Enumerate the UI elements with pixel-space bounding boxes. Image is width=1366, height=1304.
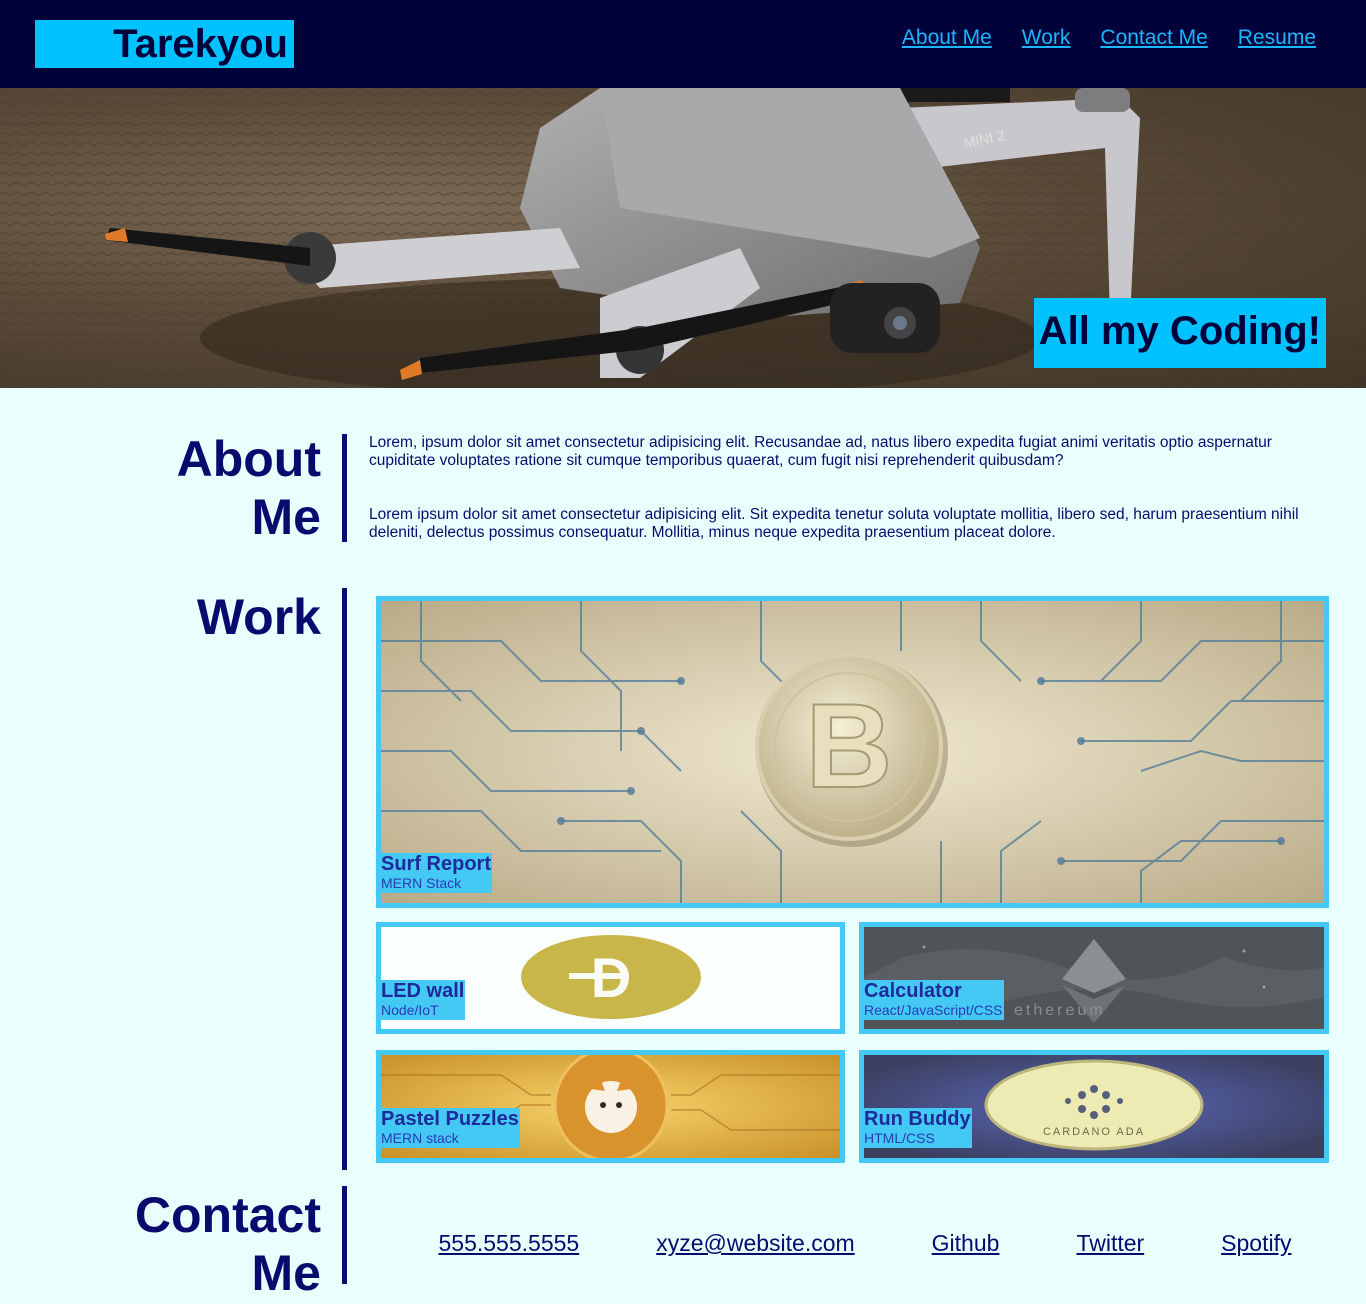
svg-text:B: B [806,679,893,813]
project-stack: Node/IoT [381,1002,439,1018]
cardano-watermark: CARDANO ADA [1043,1126,1145,1138]
project-stack: React/JavaScript/CSS [864,1002,1003,1018]
contact-github-link[interactable]: Github [932,1230,1000,1257]
bitcoin-circuit-image: B [381,601,1324,903]
contact-title: Contact Me [135,1186,321,1302]
project-label: Surf Report MERN Stack [381,853,492,893]
nav-link-contact-me[interactable]: Contact Me [1100,26,1207,50]
main-nav: About Me Work Contact Me Resume [902,26,1316,50]
project-card-surf-report[interactable]: B Surf Report MERN Stack [376,596,1329,908]
project-label: Calculator React/JavaScript/CSS [864,980,1004,1020]
contact-links: 555.555.5555 xyze@website.com Github Twi… [400,1230,1330,1257]
about-divider [342,434,347,542]
project-label: LED wall Node/IoT [381,980,466,1020]
project-title[interactable]: LED wall [381,980,464,1002]
work-title: Work [196,589,321,645]
ethereum-watermark: ethereum [1014,1002,1106,1019]
site-header: Tarekyou About Me Work Contact Me Resume [0,0,1366,88]
project-title[interactable]: Pastel Puzzles [381,1108,519,1130]
project-title[interactable]: Run Buddy [864,1108,971,1130]
project-label: Run Buddy HTML/CSS [864,1108,972,1148]
nav-link-resume[interactable]: Resume [1238,26,1316,50]
project-stack: HTML/CSS [864,1130,935,1146]
project-stack: MERN Stack [381,875,462,891]
project-card-run-buddy[interactable]: CARDANO ADA Run Buddy HTML/CSS [859,1050,1329,1163]
nav-link-work[interactable]: Work [1022,26,1071,50]
contact-title-line2: Me [251,1245,321,1301]
contact-spotify-link[interactable]: Spotify [1221,1230,1291,1257]
nav-link-about-me[interactable]: About Me [902,26,992,50]
contact-title-line1: Contact [134,1187,321,1243]
hero-banner: MINI 2 All my Coding! [0,88,1366,388]
project-title[interactable]: Surf Report [381,853,491,875]
hero-tagline: All my Coding! [1033,298,1326,368]
contact-divider [342,1186,347,1284]
about-title: About Me [177,430,321,546]
project-stack: MERN stack [381,1130,459,1146]
project-title[interactable]: Calculator [864,980,1003,1002]
work-divider [342,588,347,1170]
contact-phone-link[interactable]: 555.555.5555 [439,1230,580,1257]
about-paragraph: Lorem ipsum dolor sit amet consectetur a… [369,506,1299,541]
about-title-line1: About [176,431,321,487]
project-label: Pastel Puzzles MERN stack [381,1108,520,1148]
contact-twitter-link[interactable]: Twitter [1076,1230,1144,1257]
about-paragraph: Lorem, ipsum dolor sit amet consectetur … [369,434,1272,469]
project-card-pastel-puzzles[interactable]: Pastel Puzzles MERN stack [376,1050,845,1163]
about-title-line2: Me [251,489,321,545]
about-text: Lorem, ipsum dolor sit amet consectetur … [369,434,1334,542]
contact-email-link[interactable]: xyze@website.com [656,1230,854,1257]
site-logo[interactable]: Tarekyou [35,20,294,68]
project-card-calculator[interactable]: ethereum Calculator React/JavaScript/CSS [859,922,1329,1034]
project-card-led-wall[interactable]: D LED wall Node/IoT [376,922,845,1034]
